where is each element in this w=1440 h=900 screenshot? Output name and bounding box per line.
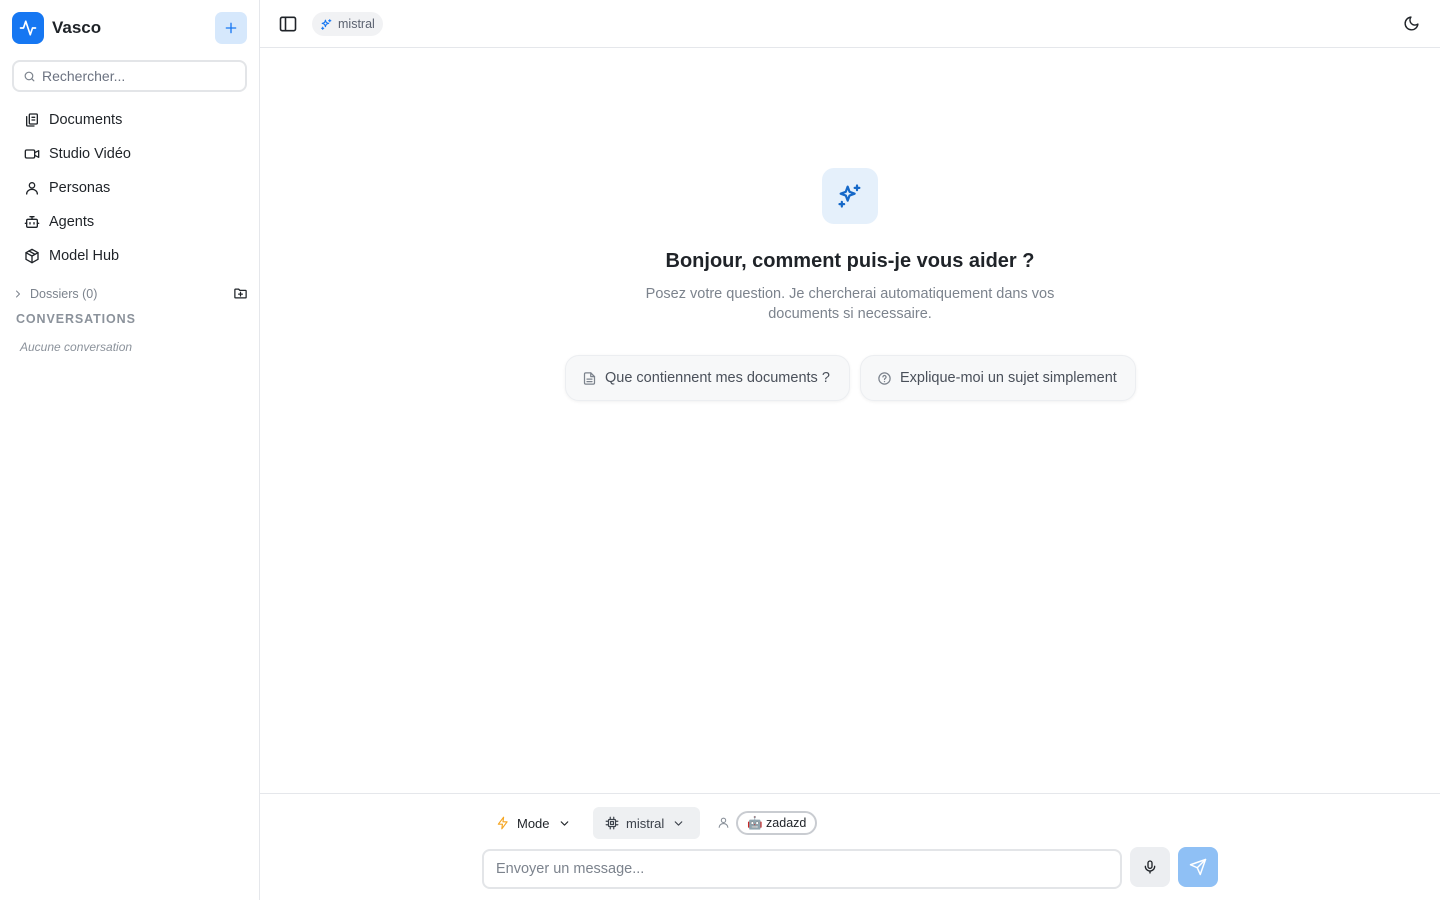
video-icon (24, 146, 40, 162)
suggestion-documents-button[interactable]: Que contiennent mes documents ? (565, 355, 850, 401)
search-input[interactable] (42, 68, 232, 84)
sidebar-item-documents[interactable]: Documents (12, 103, 248, 137)
user-icon (717, 816, 730, 829)
search-icon (23, 70, 36, 83)
model-badge: mistral (312, 12, 383, 36)
app-name: Vasco (52, 18, 102, 37)
help-circle-icon (877, 371, 892, 386)
microphone-icon (1142, 859, 1158, 875)
sidebar-item-label: Model Hub (49, 248, 120, 264)
chevron-right-icon (12, 288, 24, 300)
sidebar-item-label: Studio Vidéo (49, 146, 131, 162)
model-badge-label: mistral (338, 17, 375, 31)
mode-dropdown[interactable]: Mode (492, 809, 575, 837)
sparkles-icon (822, 168, 878, 224)
composer: Mode mistral 🤖 zadazd (260, 793, 1440, 900)
sidebar-item-label: Agents (49, 214, 95, 230)
chevron-down-icon (558, 817, 571, 830)
chevron-down-icon (672, 817, 685, 830)
suggestion-label: Que contiennent mes documents ? (605, 370, 830, 386)
send-icon (1189, 858, 1207, 876)
suggestion-label: Explique-moi un sujet simplement (900, 370, 1117, 386)
welcome-title: Bonjour, comment puis-je vous aider ? (665, 250, 1035, 272)
file-icon (582, 371, 597, 386)
sidebar-item-model-hub[interactable]: Model Hub (12, 239, 248, 273)
sidebar-nav: Documents Studio Vidéo Personas Agents M… (12, 103, 248, 273)
sidebar-item-studio-video[interactable]: Studio Vidéo (12, 137, 248, 171)
sidebar-item-label: Personas (49, 180, 111, 196)
bot-icon (24, 214, 40, 230)
sidebar-item-personas[interactable]: Personas (12, 171, 248, 205)
sparkles-icon (320, 18, 333, 31)
topbar: mistral (260, 0, 1440, 48)
conversations-title: CONVERSATIONS (16, 312, 136, 326)
documents-icon (24, 112, 40, 128)
activity-logo-icon (12, 12, 44, 44)
folders-label: Dossiers (0) (30, 287, 98, 301)
moon-icon[interactable] (1403, 15, 1420, 32)
search-box (12, 60, 247, 92)
conversations-empty: Aucune conversation (20, 340, 133, 354)
persona-chip[interactable]: 🤖 zadazd (736, 811, 818, 835)
zap-icon (496, 816, 510, 830)
folder-plus-icon[interactable] (233, 286, 248, 301)
package-icon (24, 248, 40, 264)
user-icon (24, 180, 40, 196)
sidebar-item-label: Documents (49, 112, 123, 128)
sidebar: Vasco Documents Studio Vidéo Personas (0, 0, 260, 900)
model-select-label: mistral (626, 815, 665, 831)
sidebar-item-agents[interactable]: Agents (12, 205, 248, 239)
folders-toggle[interactable]: Dossiers (0) (12, 284, 248, 304)
message-box (482, 849, 1122, 889)
send-button[interactable] (1178, 847, 1218, 887)
brand[interactable]: Vasco (12, 12, 101, 44)
microphone-button[interactable] (1130, 847, 1170, 887)
model-select[interactable]: mistral (593, 807, 700, 839)
message-input[interactable] (496, 861, 1096, 877)
welcome-subtitle: Posez votre question. Je chercherai auto… (645, 286, 1055, 322)
sidebar-toggle-icon[interactable] (278, 14, 298, 34)
new-conversation-button[interactable] (215, 12, 247, 44)
mode-label: Mode (517, 815, 550, 831)
suggestion-explain-button[interactable]: Explique-moi un sujet simplement (860, 355, 1136, 401)
cpu-icon (605, 816, 619, 830)
